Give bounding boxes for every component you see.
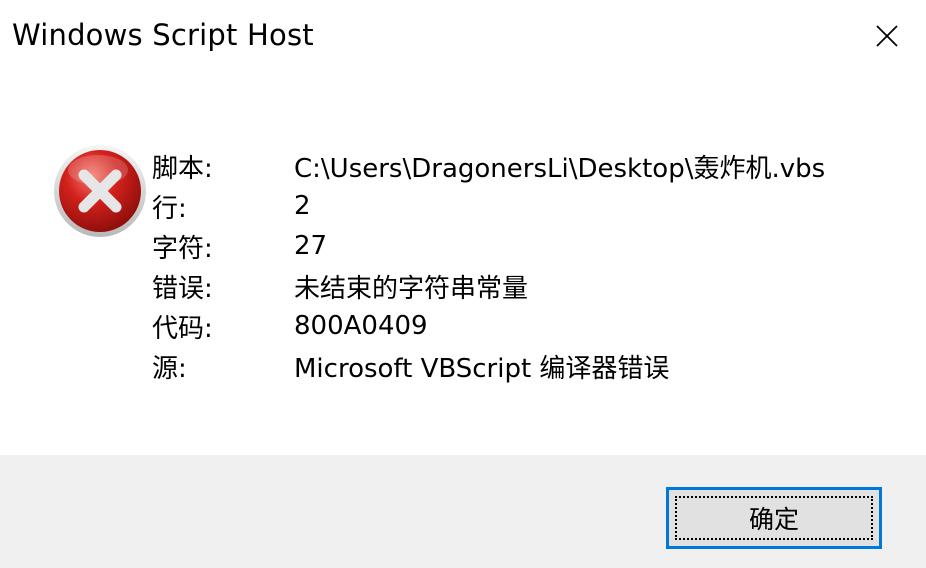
ok-button[interactable]: 确定 bbox=[666, 487, 882, 549]
error-value: 未结束的字符串常量 bbox=[294, 273, 529, 304]
line-value: 2 bbox=[294, 191, 311, 221]
script-label: 脚本: bbox=[152, 153, 213, 184]
code-value: 800A0409 bbox=[294, 311, 428, 341]
detail-row-code: 代码: 800A0409 bbox=[152, 306, 825, 346]
char-value: 27 bbox=[294, 231, 328, 261]
char-label: 字符: bbox=[152, 233, 213, 264]
detail-row-line: 行: 2 bbox=[152, 186, 825, 226]
focus-rectangle: 确定 bbox=[675, 496, 873, 540]
close-icon bbox=[876, 25, 898, 47]
line-label: 行: bbox=[152, 193, 187, 224]
dialog-window: Windows Script Host 脚本: C:\Users\Dragone… bbox=[0, 0, 926, 568]
button-bar: 确定 bbox=[0, 455, 926, 568]
source-value: Microsoft VBScript 编译器错误 bbox=[294, 353, 670, 384]
ok-button-label: 确定 bbox=[748, 505, 799, 534]
script-value: C:\Users\DragonersLi\Desktop\轰炸机.vbs bbox=[294, 153, 826, 184]
error-details: 脚本: C:\Users\DragonersLi\Desktop\轰炸机.vbs… bbox=[152, 146, 825, 386]
error-icon bbox=[54, 145, 146, 237]
detail-row-char: 字符: 27 bbox=[152, 226, 825, 266]
detail-row-error: 错误: 未结束的字符串常量 bbox=[152, 266, 825, 306]
source-label: 源: bbox=[152, 353, 187, 384]
detail-row-source: 源: Microsoft VBScript 编译器错误 bbox=[152, 346, 825, 386]
close-button[interactable] bbox=[848, 0, 926, 72]
window-title: Windows Script Host bbox=[12, 18, 314, 52]
message-area: 脚本: C:\Users\DragonersLi\Desktop\轰炸机.vbs… bbox=[0, 75, 926, 455]
detail-row-script: 脚本: C:\Users\DragonersLi\Desktop\轰炸机.vbs bbox=[152, 146, 825, 186]
title-bar[interactable]: Windows Script Host bbox=[0, 0, 926, 75]
error-label: 错误: bbox=[152, 273, 213, 304]
code-label: 代码: bbox=[152, 313, 213, 344]
